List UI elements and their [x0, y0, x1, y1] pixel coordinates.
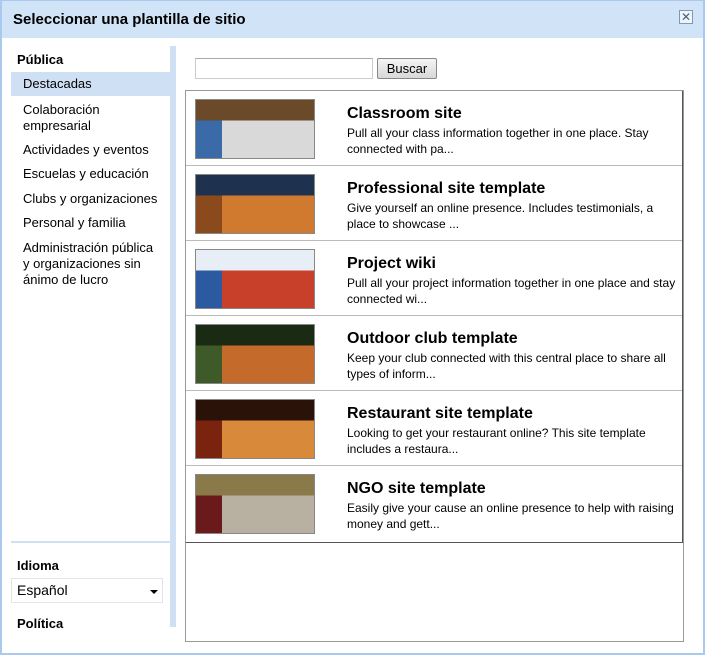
search-input[interactable]	[195, 58, 373, 79]
template-thumbnail[interactable]	[195, 174, 315, 234]
sidebar-item-destacadas[interactable]: Destacadas	[11, 72, 170, 96]
template-description: Keep your club connected with this centr…	[347, 351, 666, 381]
template-title[interactable]: NGO site template	[347, 480, 486, 498]
sidebar-item-clubs[interactable]: Clubs y organizaciones	[11, 189, 170, 209]
dialog-titlebar: Seleccionar una plantilla de sitio ✕	[2, 1, 703, 38]
language-label: Idioma	[17, 558, 59, 573]
template-list[interactable]: Classroom site Pull all your class infor…	[186, 91, 683, 543]
chevron-down-icon	[150, 590, 158, 594]
sidebar-item-actividades[interactable]: Actividades y eventos	[11, 140, 170, 160]
template-thumbnail[interactable]	[195, 249, 315, 309]
template-list-container: Classroom site Pull all your class infor…	[185, 90, 684, 642]
template-thumbnail[interactable]	[195, 399, 315, 459]
language-value: Español	[17, 582, 68, 598]
section-public: Pública	[17, 52, 64, 67]
template-thumbnail[interactable]	[195, 99, 315, 159]
language-select[interactable]: Español	[11, 578, 163, 603]
template-title[interactable]: Outdoor club template	[347, 330, 518, 348]
template-row[interactable]: Project wiki Pull all your project infor…	[186, 241, 682, 316]
template-row[interactable]: Outdoor club template Keep your club con…	[186, 316, 682, 391]
sidebar-item-escuelas[interactable]: Escuelas y educación	[11, 164, 170, 184]
template-thumbnail[interactable]	[195, 324, 315, 384]
template-description: Looking to get your restaurant online? T…	[347, 426, 646, 456]
template-row[interactable]: Professional site template Give yourself…	[186, 166, 682, 241]
dialog-title: Seleccionar una plantilla de sitio	[13, 11, 246, 28]
template-title[interactable]: Professional site template	[347, 180, 545, 198]
template-thumbnail[interactable]	[195, 474, 315, 534]
template-title[interactable]: Project wiki	[347, 255, 436, 273]
template-description: Easily give your cause an online presenc…	[347, 501, 674, 531]
sidebar-item-personal[interactable]: Personal y familia	[11, 213, 170, 233]
template-dialog: Seleccionar una plantilla de sitio ✕ Púb…	[0, 0, 705, 655]
template-title[interactable]: Classroom site	[347, 105, 462, 123]
template-row[interactable]: NGO site template Easily give your cause…	[186, 466, 682, 541]
template-description: Pull all your project information togeth…	[347, 276, 676, 306]
sidebar-divider	[11, 541, 170, 543]
policy-label: Política	[17, 616, 64, 631]
template-title[interactable]: Restaurant site template	[347, 405, 533, 423]
template-description: Pull all your class information together…	[347, 126, 649, 156]
template-row[interactable]: Classroom site Pull all your class infor…	[186, 91, 682, 166]
sidebar-item-administracion[interactable]: Administración pública y organizaciones …	[11, 238, 170, 290]
template-row[interactable]: Restaurant site template Looking to get …	[186, 391, 682, 466]
search-button[interactable]: Buscar	[377, 58, 437, 79]
close-icon[interactable]: ✕	[679, 10, 693, 24]
sidebar-item-colaboracion[interactable]: Colaboración empresarial	[11, 100, 170, 136]
template-description: Give yourself an online presence. Includ…	[347, 201, 654, 231]
category-sidebar: Pública Destacadas Colaboración empresar…	[10, 46, 176, 631]
